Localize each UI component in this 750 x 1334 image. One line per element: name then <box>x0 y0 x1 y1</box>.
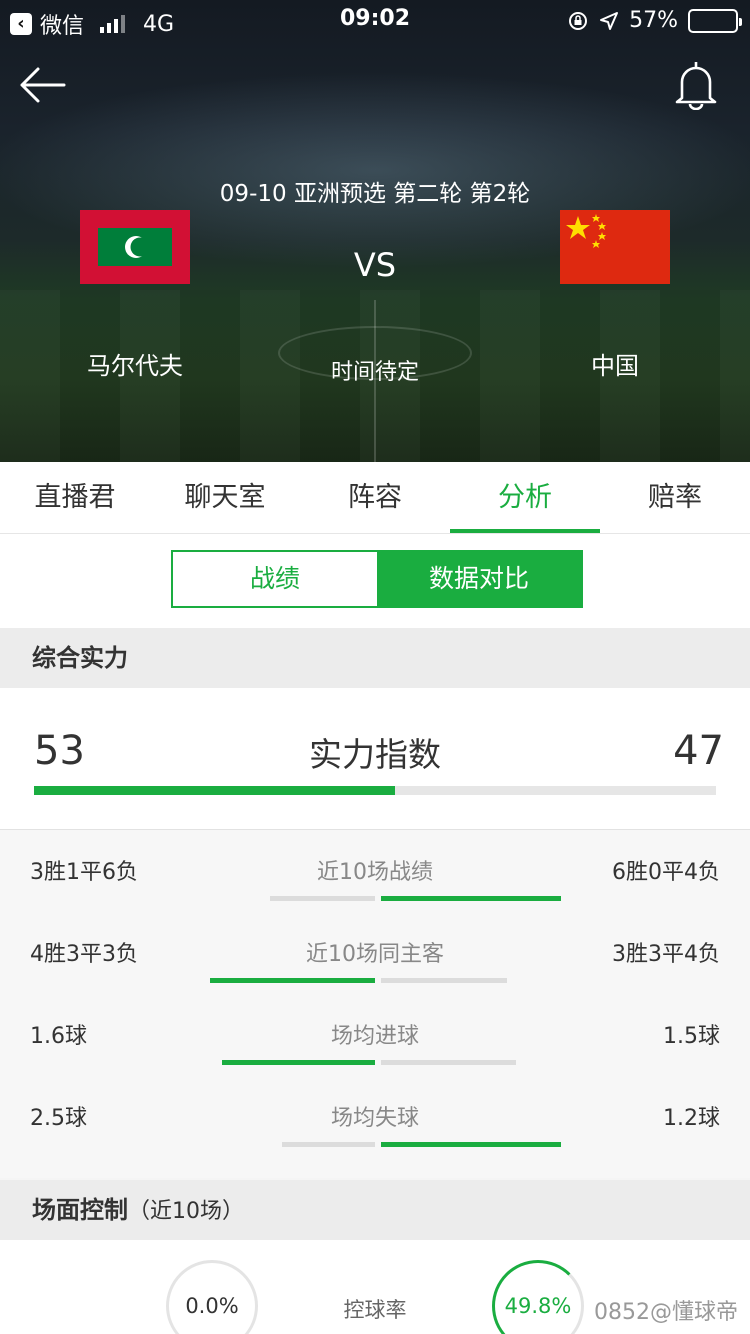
stat-away-bar <box>381 896 561 901</box>
stat-away-bar <box>381 1142 561 1147</box>
location-icon <box>600 11 619 30</box>
stat-home-bar <box>270 896 375 901</box>
stat-home-bar <box>222 1060 375 1065</box>
stat-row: 3胜1平6负 近10场战绩 6胜0平4负 <box>0 830 750 912</box>
tab-lineup[interactable]: 阵容 <box>300 462 450 533</box>
tab-analysis[interactable]: 分析 <box>450 462 600 533</box>
away-possession-value: 49.8% <box>504 1294 572 1318</box>
section-title-strength: 综合实力 <box>0 628 750 688</box>
subtab-record[interactable]: 战绩 <box>173 552 377 606</box>
watermark: 0852@懂球帝 <box>594 1300 738 1325</box>
battery-percent: 57% <box>629 8 678 33</box>
stat-away-value: 6胜0平4负 <box>612 860 720 885</box>
tab-chatroom[interactable]: 聊天室 <box>150 462 300 533</box>
stat-row: 2.5球 场均失球 1.2球 <box>0 1076 750 1158</box>
strength-bar-fill <box>34 786 396 795</box>
stat-away-bar <box>381 1060 516 1065</box>
tab-odds[interactable]: 赔率 <box>600 462 750 533</box>
strength-card: 53 实力指数 47 <box>0 688 750 830</box>
match-header: ‹ 微信 4G 09:02 57% 09-10 亚洲预选 第二轮 第2轮 VS <box>0 0 750 462</box>
bell-icon[interactable] <box>672 58 720 110</box>
segmented-control: 战绩 数据对比 <box>171 550 583 608</box>
battery-icon <box>688 8 742 33</box>
stat-row: 1.6球 场均进球 1.5球 <box>0 994 750 1076</box>
stat-home-bar <box>282 1142 375 1147</box>
stat-away-value: 1.2球 <box>663 1106 720 1131</box>
china-flag-icon <box>560 210 670 284</box>
away-strength-value: 47 <box>673 728 724 774</box>
match-info: 09-10 亚洲预选 第二轮 第2轮 <box>219 181 531 207</box>
tab-live[interactable]: 直播君 <box>0 462 150 533</box>
status-bar: ‹ 微信 4G 09:02 57% <box>0 0 750 40</box>
stat-away-bar <box>381 978 507 983</box>
back-arrow-icon[interactable] <box>18 64 68 106</box>
strength-bar <box>34 786 716 795</box>
stat-away-value: 1.5球 <box>663 1024 720 1049</box>
strength-index-label: 实力指数 <box>309 735 441 774</box>
control-card: 0.0% 控球率 49.8% 0852@懂球帝 <box>0 1240 750 1334</box>
control-title: 场面控制 <box>32 1196 128 1224</box>
stat-away-value: 3胜3平4负 <box>612 942 720 967</box>
subtab-data-compare[interactable]: 数据对比 <box>377 552 581 606</box>
away-team-name[interactable]: 中国 <box>515 346 715 381</box>
orientation-lock-icon <box>569 11 588 30</box>
stat-label: 场均进球 <box>330 1024 419 1049</box>
stat-label: 场均失球 <box>330 1106 419 1131</box>
main-tabs: 直播君 聊天室 阵容 分析 赔率 <box>0 462 750 534</box>
control-subtitle: （近10场） <box>128 1199 244 1224</box>
section-title-control: 场面控制（近10场） <box>0 1180 750 1240</box>
stat-row: 4胜3平3负 近10场同主客 3胜3平4负 <box>0 912 750 994</box>
stats-list: 3胜1平6负 近10场战绩 6胜0平4负 4胜3平3负 近10场同主客 3胜3平4负 1.6… <box>0 830 750 1178</box>
stat-home-bar <box>210 978 375 983</box>
subtab-bar: 战绩 数据对比 <box>0 534 750 628</box>
